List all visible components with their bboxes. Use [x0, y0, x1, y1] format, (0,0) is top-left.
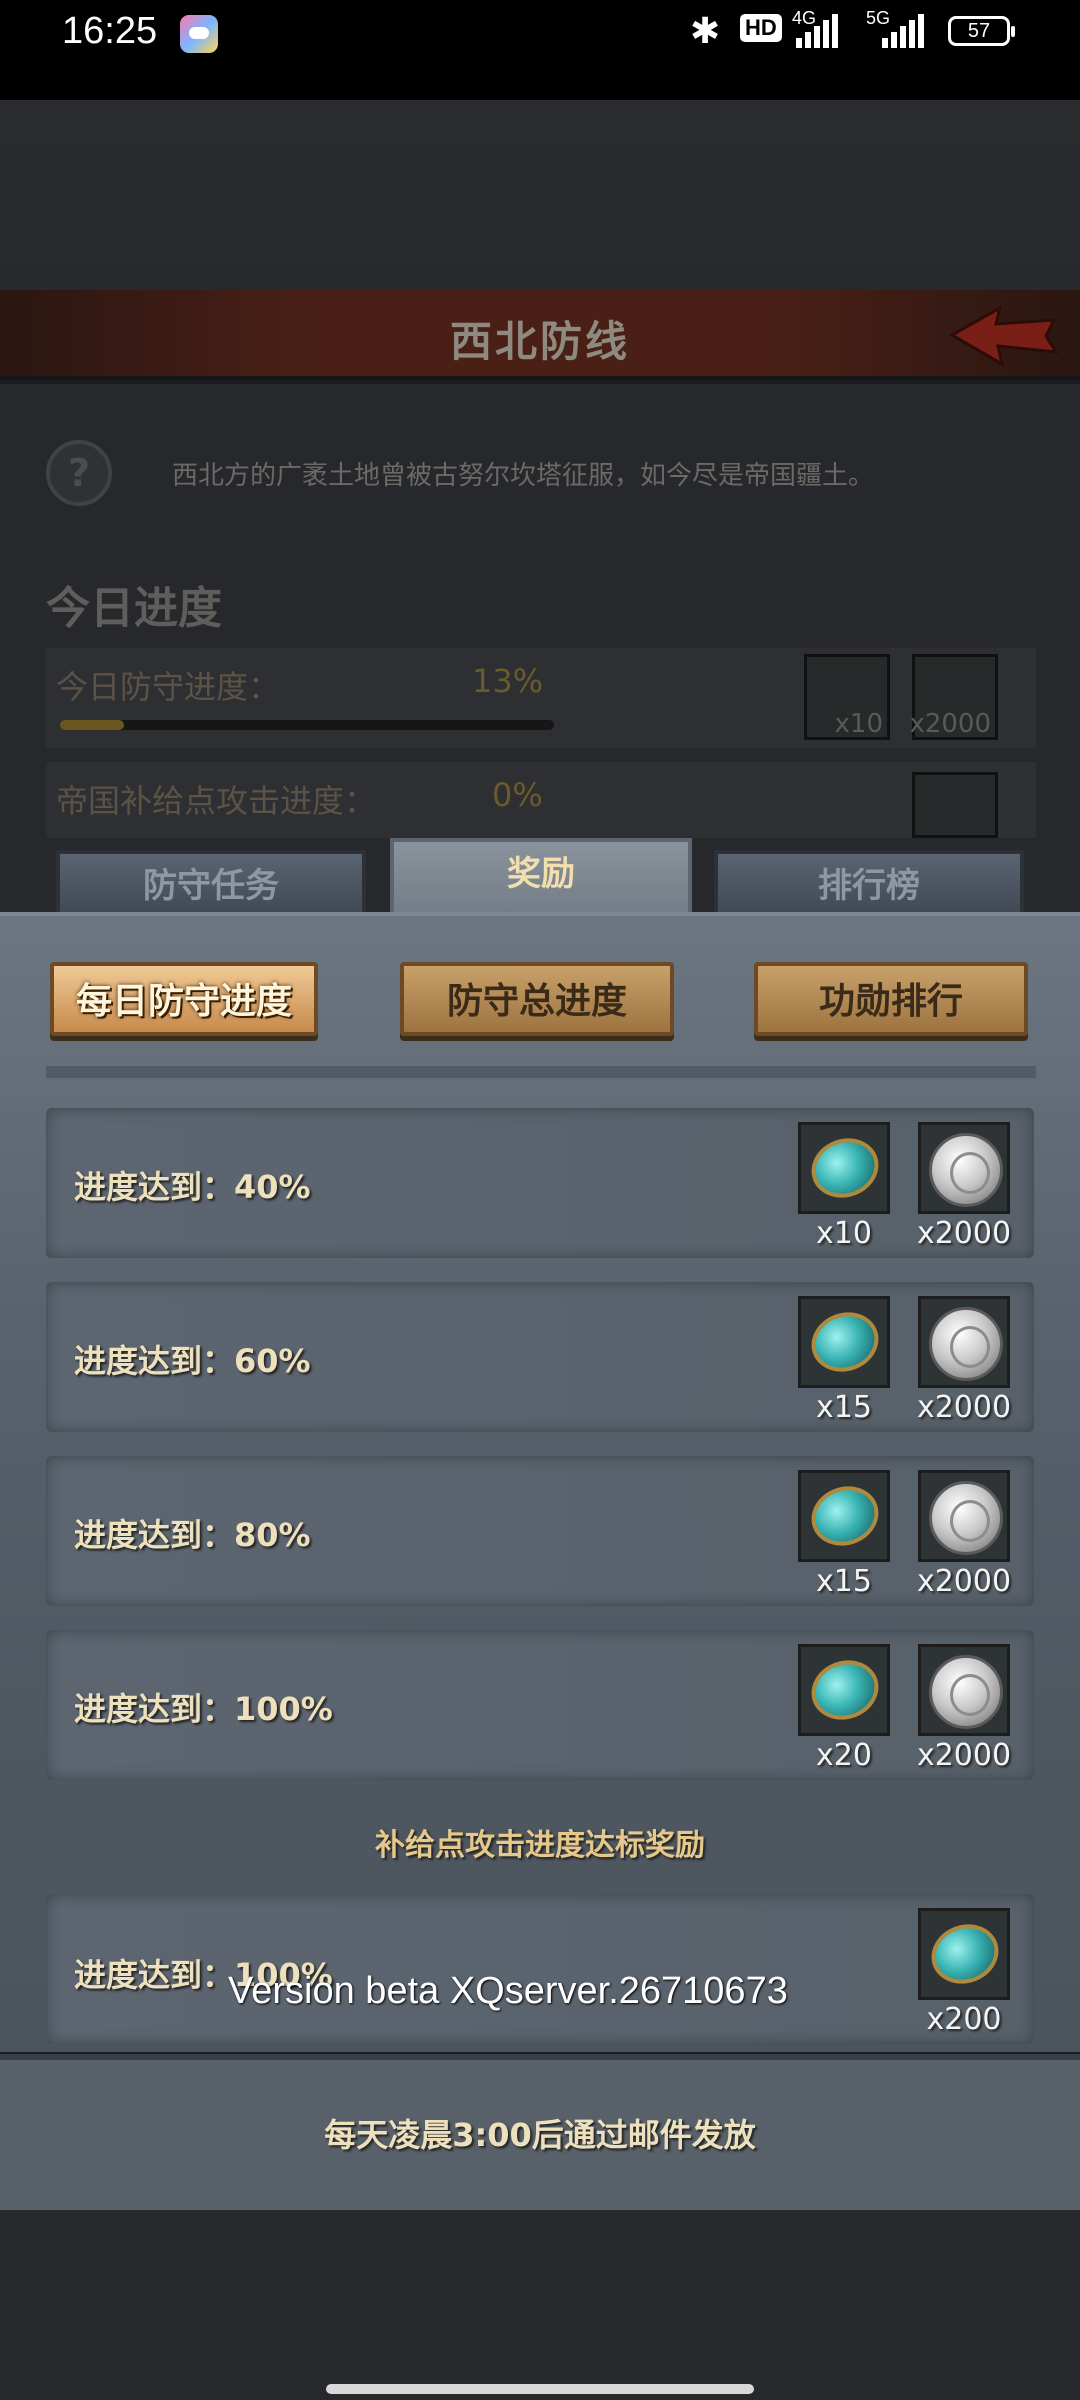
reward-count: x10: [834, 709, 883, 739]
hd-icon: HD: [740, 14, 782, 42]
coin-reward-icon: x2000: [909, 654, 998, 740]
supply-attack-progress-row: 帝国补给点攻击进度： 0%: [46, 762, 1036, 838]
progress-label: 帝国补给点攻击进度：: [56, 782, 377, 820]
help-icon[interactable]: ?: [46, 440, 112, 506]
reward-count: x200: [926, 2002, 1002, 2037]
gem-reward-icon: [912, 772, 998, 838]
coin-reward-icon[interactable]: [918, 1644, 1010, 1736]
version-overlay: Version beta XQserver.26710673: [228, 1970, 788, 2012]
progress-label: 今日防守进度：: [56, 668, 281, 706]
home-indicator[interactable]: [326, 2384, 754, 2394]
progress-bar-fill: [60, 720, 125, 730]
app-icon: [180, 15, 218, 53]
bluetooth-icon: ✱: [690, 10, 721, 51]
reward-count: x2000: [909, 709, 991, 739]
list-scroll-edge: [46, 1066, 1036, 1078]
reward-threshold-label: 进度达到：60%: [74, 1342, 311, 1380]
coin-icon: [929, 1655, 1003, 1729]
coin-reward-icon[interactable]: [918, 1122, 1010, 1214]
bottom-background: [0, 2210, 1080, 2400]
gem-icon: [803, 1651, 887, 1729]
reward-threshold-label: 进度达到：80%: [74, 1516, 311, 1554]
supply-reward-section-title: 补给点攻击进度达标奖励: [375, 1828, 705, 1863]
reward-count: x10: [816, 1216, 872, 1251]
gem-icon: [803, 1129, 887, 1207]
reward-row: 进度达到：40% x10 x2000: [46, 1108, 1034, 1258]
reward-count: x15: [816, 1390, 872, 1425]
reward-threshold-label: 进度达到：100%: [74, 1690, 333, 1728]
subtab-daily-defense-progress[interactable]: 每日防守进度: [50, 962, 318, 1036]
reward-row: 进度达到：80% x15 x2000: [46, 1456, 1034, 1606]
today-defense-progress-row: 今日防守进度： 13% x10 x2000: [46, 648, 1036, 748]
gem-icon: [923, 1915, 1007, 1993]
coin-icon: [929, 1481, 1003, 1555]
battery-icon: 57: [948, 16, 1015, 46]
gem-reward-icon[interactable]: [798, 1470, 890, 1562]
gem-reward-icon: x10: [804, 654, 890, 740]
reward-threshold-label: 进度达到：40%: [74, 1168, 311, 1206]
tab-leaderboard[interactable]: 排行榜: [714, 850, 1024, 918]
reward-count: x2000: [916, 1564, 1012, 1599]
coin-icon: [929, 1133, 1003, 1207]
progress-bar: [60, 720, 554, 730]
status-time: 16:25: [62, 10, 158, 52]
coin-reward-icon[interactable]: [918, 1470, 1010, 1562]
subtab-total-defense-progress[interactable]: 防守总进度: [400, 962, 674, 1036]
reward-row: 进度达到：60% x15 x2000: [46, 1282, 1034, 1432]
reward-count: x2000: [916, 1216, 1012, 1251]
status-bar: 16:25 ✱ HD 4G 5G 57: [0, 0, 1080, 100]
title-banner: 西北防线: [0, 290, 1080, 380]
background-header: [0, 100, 1080, 290]
region-description: 西北方的广袤土地曾被古努尔坎塔征服，如今尽是帝国疆土。: [172, 461, 875, 491]
today-progress-heading: 今日进度: [46, 583, 222, 634]
coin-icon: [929, 1307, 1003, 1381]
tab-defense-tasks[interactable]: 防守任务: [56, 850, 366, 918]
mail-delivery-note: 每天凌晨3:00后通过邮件发放: [324, 2116, 756, 2154]
progress-percent: 0%: [492, 776, 543, 814]
subtab-merit-ranking[interactable]: 功勋排行: [754, 962, 1028, 1036]
coin-reward-icon[interactable]: [918, 1296, 1010, 1388]
reward-row: 进度达到：100% x20 x2000: [46, 1630, 1034, 1780]
signal-icon: [796, 14, 842, 48]
reward-count: x20: [816, 1738, 872, 1773]
gem-icon: [803, 1477, 887, 1555]
gem-reward-icon[interactable]: [798, 1296, 890, 1388]
gem-reward-icon[interactable]: [798, 1644, 890, 1736]
gem-reward-icon[interactable]: [918, 1908, 1010, 2000]
signal-icon: [882, 14, 928, 48]
back-arrow-icon[interactable]: [942, 300, 1062, 370]
rewards-panel: 每日防守进度 防守总进度 功勋排行 进度达到：40% x10 x2000 进度达…: [0, 912, 1080, 2052]
reward-count: x15: [816, 1564, 872, 1599]
gem-reward-icon[interactable]: [798, 1122, 890, 1214]
gem-icon: [803, 1303, 887, 1381]
footer-bar: 每天凌晨3:00后通过邮件发放: [0, 2054, 1080, 2210]
reward-count: x2000: [916, 1390, 1012, 1425]
supply-reward-row: 进度达到：100% x200: [46, 1894, 1034, 2044]
progress-percent: 13%: [472, 662, 544, 700]
page-title: 西北防线: [449, 317, 630, 366]
reward-count: x2000: [916, 1738, 1012, 1773]
